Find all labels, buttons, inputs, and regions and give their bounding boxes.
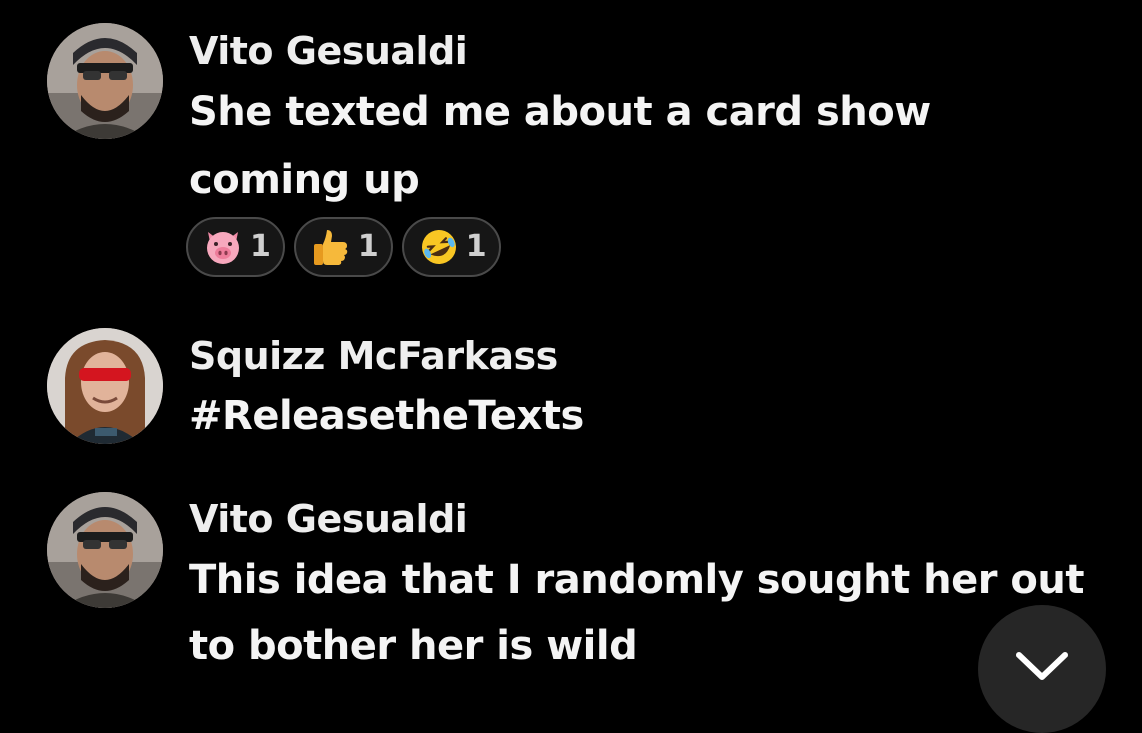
- comment-text-line: This idea that I randomly sought her out: [189, 557, 1085, 603]
- comment-item: Vito Gesualdi This idea that I randomly …: [0, 0, 1142, 693]
- comment-text-line: to bother her is wild: [189, 623, 638, 669]
- comment-author[interactable]: Vito Gesualdi: [189, 496, 468, 542]
- avatar[interactable]: [47, 492, 163, 608]
- chevron-down-icon: [1016, 652, 1068, 680]
- scroll-down-button[interactable]: [978, 605, 1106, 733]
- user-photo-icon: [47, 492, 163, 608]
